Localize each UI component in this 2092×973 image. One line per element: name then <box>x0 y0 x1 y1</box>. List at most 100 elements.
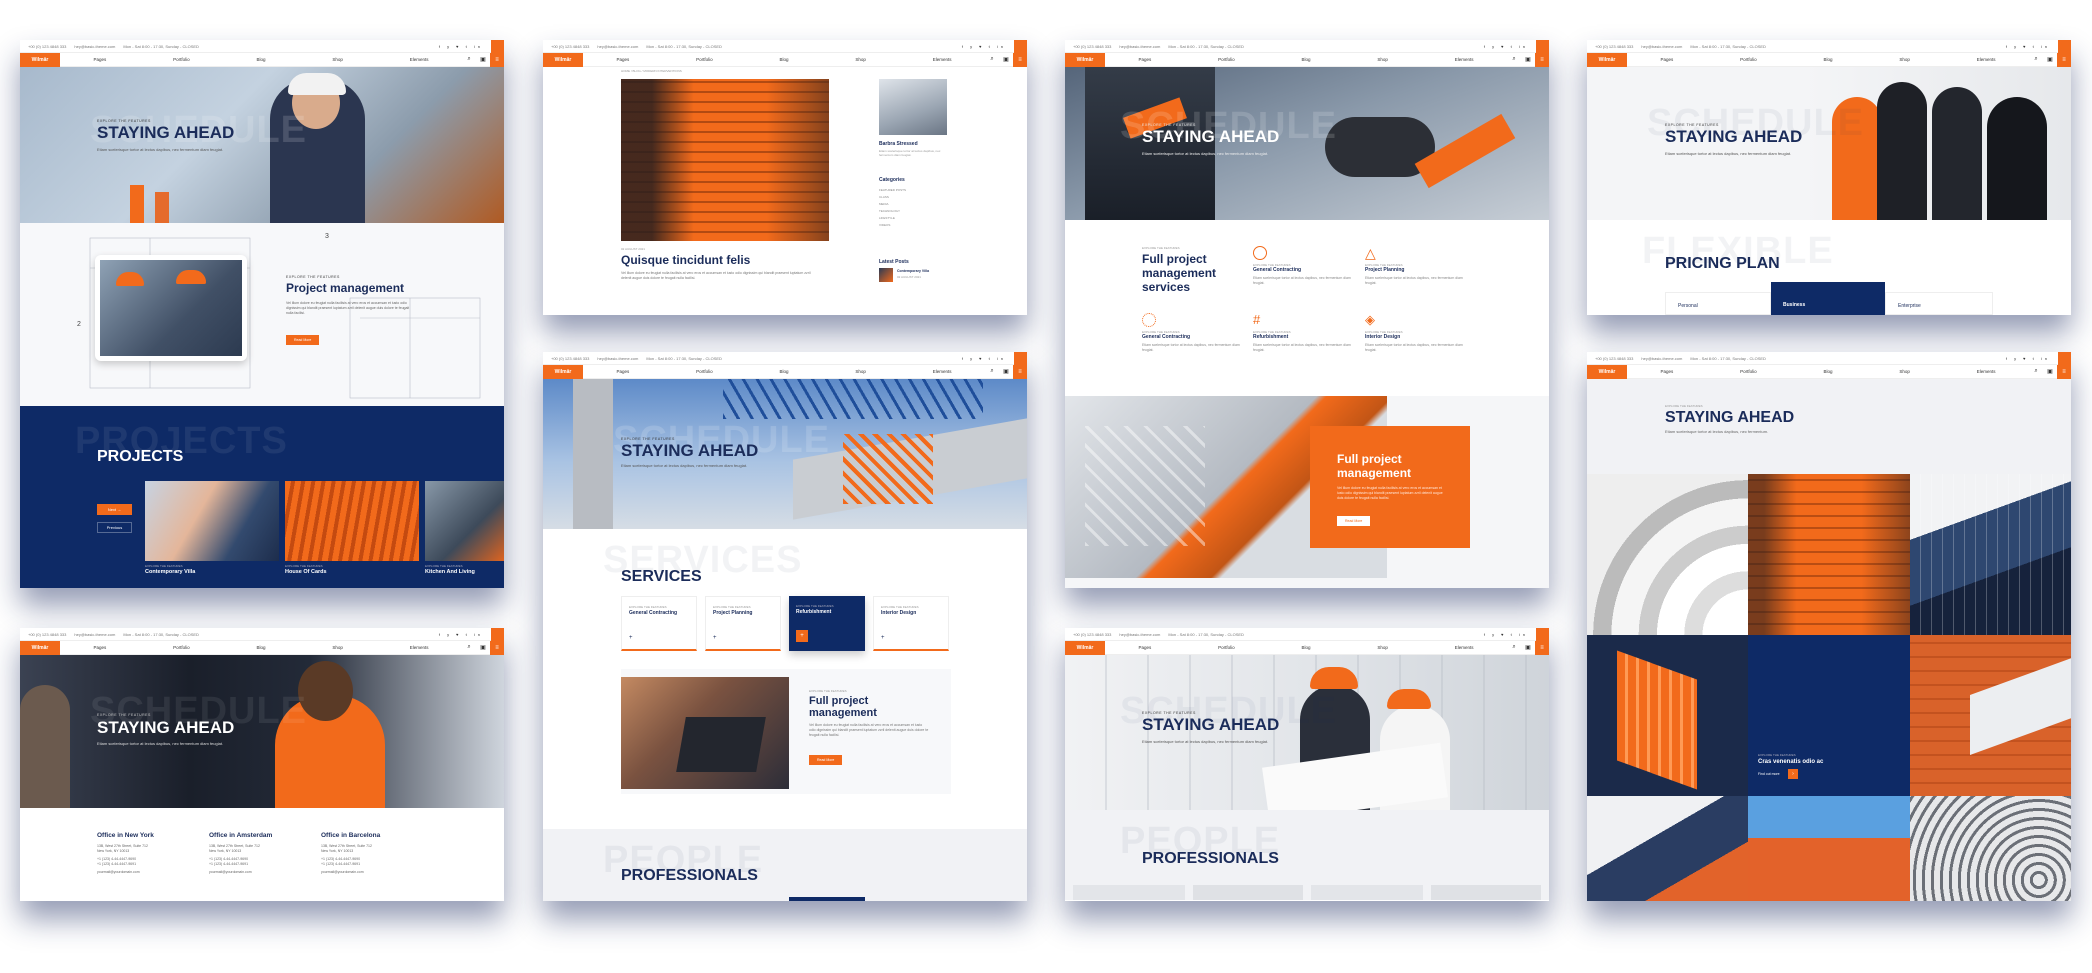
nav-shop[interactable]: Shop <box>855 369 866 374</box>
logo[interactable]: Wilmär <box>1587 52 1627 67</box>
gallery-tile[interactable] <box>1587 474 1748 635</box>
nav-pages[interactable]: Pages <box>1138 57 1151 62</box>
service-project-planning[interactable]: △ EXPLORE THE FEATURES Project Planning … <box>1365 246 1465 286</box>
service-card-refurbishment[interactable]: EXPLORE THE FEATURES Refurbishment + <box>789 596 865 651</box>
plus-icon[interactable]: + <box>796 630 808 642</box>
team-card[interactable] <box>1073 885 1185 900</box>
nav-elements[interactable]: Elements <box>1977 57 1996 62</box>
project-image-2[interactable] <box>285 481 419 561</box>
nav-portfolio[interactable]: Portfolio <box>1218 645 1235 650</box>
gallery-tile[interactable] <box>1748 796 1910 901</box>
nav-shop[interactable]: Shop <box>855 57 866 62</box>
gallery-tile[interactable] <box>1910 635 2071 796</box>
latest-post-thumb[interactable] <box>879 268 893 282</box>
office-email[interactable]: yourmail@yourdomain.com <box>97 870 197 875</box>
post-image[interactable] <box>621 79 829 241</box>
search-icon[interactable]: ⌕ <box>462 644 476 651</box>
nav-portfolio[interactable]: Portfolio <box>1740 369 1757 374</box>
nav-blog[interactable]: Blog <box>1823 57 1832 62</box>
logo[interactable]: Wilmär <box>20 640 60 655</box>
team-card[interactable] <box>1311 885 1423 900</box>
nav-portfolio[interactable]: Portfolio <box>696 57 713 62</box>
plan-personal[interactable]: Personal <box>1665 292 1771 315</box>
search-icon[interactable]: ⌕ <box>985 368 999 375</box>
social-icons[interactable]: f y ♥ t in <box>2006 44 2050 49</box>
plan-enterprise[interactable]: Enterprise <box>1885 292 1993 315</box>
nav-pages[interactable]: Pages <box>1660 369 1673 374</box>
menu-icon[interactable]: ≡ <box>490 52 504 67</box>
previous-button[interactable]: Previous <box>97 522 132 533</box>
social-icons[interactable]: f y ♥ t in <box>962 356 1006 361</box>
cart-icon[interactable]: ▣ <box>1521 56 1535 63</box>
menu-icon[interactable]: ≡ <box>1535 52 1549 67</box>
nav-pages[interactable]: Pages <box>616 57 629 62</box>
nav-elements[interactable]: Elements <box>410 645 429 650</box>
nav-portfolio[interactable]: Portfolio <box>173 645 190 650</box>
read-more-button[interactable]: Read More <box>286 335 320 345</box>
breadcrumb[interactable]: HOME / BLOG / MODERN INTERVENTIONS <box>621 69 682 73</box>
menu-icon[interactable]: ≡ <box>490 640 504 655</box>
read-more-button[interactable]: Read More <box>1337 516 1371 526</box>
service-refurbishment[interactable]: # EXPLORE THE FEATURES Refurbishment Eti… <box>1253 313 1353 353</box>
nav-pages[interactable]: Pages <box>93 57 106 62</box>
preview-card-about[interactable]: +00 (0) 123 4848 333 hey@basic-theme.com M… <box>1065 40 1549 588</box>
menu-icon[interactable]: ≡ <box>1013 52 1027 67</box>
plus-icon[interactable]: + <box>713 635 717 641</box>
nav-blog[interactable]: Blog <box>256 645 265 650</box>
cart-icon[interactable]: ▣ <box>1521 644 1535 651</box>
logo[interactable]: Wilmär <box>543 52 583 67</box>
nav-elements[interactable]: Elements <box>410 57 429 62</box>
preview-card-team[interactable]: +00 (0) 123 4848 333 hey@basic-theme.com M… <box>1065 628 1549 901</box>
category-item[interactable]: MEDIA <box>879 201 906 208</box>
nav-pages[interactable]: Pages <box>1138 645 1151 650</box>
gallery-tile[interactable] <box>1910 474 2071 635</box>
read-more-button[interactable]: Read More <box>809 755 843 765</box>
service-card-interior-design[interactable]: EXPLORE THE FEATURES Interior Design + <box>873 596 949 651</box>
cart-icon[interactable]: ▣ <box>476 56 490 63</box>
gallery-tile[interactable] <box>1587 796 1748 901</box>
social-icons[interactable]: f y ♥ t in <box>2006 356 2050 361</box>
logo[interactable]: Wilmär <box>1065 52 1105 67</box>
find-out-more-link[interactable]: Find out more <box>1758 772 1780 776</box>
category-item[interactable]: VIDEOS <box>879 222 906 229</box>
plus-icon[interactable]: + <box>629 635 633 641</box>
nav-blog[interactable]: Blog <box>1823 369 1832 374</box>
search-icon[interactable]: ⌕ <box>985 56 999 63</box>
nav-portfolio[interactable]: Portfolio <box>696 369 713 374</box>
menu-icon[interactable]: ≡ <box>2057 52 2071 67</box>
nav-pages[interactable]: Pages <box>616 369 629 374</box>
nav-blog[interactable]: Blog <box>1301 57 1310 62</box>
gallery-tile[interactable] <box>1910 796 2071 901</box>
service-interior-design[interactable]: ◈ EXPLORE THE FEATURES Interior Design E… <box>1365 313 1465 353</box>
service-card-project-planning[interactable]: EXPLORE THE FEATURES Project Planning + <box>705 596 781 651</box>
category-item[interactable]: CLASS <box>879 194 906 201</box>
latest-post-title[interactable]: Contemporary Villa <box>897 269 929 273</box>
nav-elements[interactable]: Elements <box>1977 369 1996 374</box>
search-icon[interactable]: ⌕ <box>1507 644 1521 651</box>
project-name-3[interactable]: Kitchen And Living <box>425 569 475 575</box>
nav-elements[interactable]: Elements <box>933 57 952 62</box>
nav-shop[interactable]: Shop <box>1899 57 1910 62</box>
social-icons[interactable]: f y ♥ t in <box>439 632 483 637</box>
nav-elements[interactable]: Elements <box>1455 57 1474 62</box>
service-general-contracting[interactable]: EXPLORE THE FEATURES General Contracting… <box>1253 246 1353 286</box>
nav-blog[interactable]: Blog <box>779 369 788 374</box>
preview-card-home[interactable]: +00 (0) 123 4848 333 hey@basic-theme.com… <box>20 40 504 588</box>
logo[interactable]: Wilmär <box>1065 640 1105 655</box>
nav-shop[interactable]: Shop <box>1377 57 1388 62</box>
gallery-tile[interactable] <box>1748 474 1910 635</box>
nav-portfolio[interactable]: Portfolio <box>1218 57 1235 62</box>
team-card-active[interactable] <box>789 897 865 901</box>
nav-blog[interactable]: Blog <box>779 57 788 62</box>
cart-icon[interactable]: ▣ <box>2043 368 2057 375</box>
nav-shop[interactable]: Shop <box>1899 369 1910 374</box>
preview-card-contact[interactable]: +00 (0) 123 4848 333 hey@basic-theme.com M… <box>20 628 504 901</box>
team-card[interactable] <box>1193 885 1303 900</box>
nav-elements[interactable]: Elements <box>933 369 952 374</box>
preview-card-pricing[interactable]: +00 (0) 123 4848 333 hey@basic-theme.com M… <box>1587 40 2071 315</box>
gallery-tile[interactable] <box>1587 635 1748 796</box>
gallery-feature-tile[interactable]: EXPLORE THE FEATURES Cras venenatis odio… <box>1748 635 1910 796</box>
nav-pages[interactable]: Pages <box>1660 57 1673 62</box>
social-icons[interactable]: f y ♥ t in <box>439 44 483 49</box>
project-image-3[interactable] <box>425 481 504 561</box>
